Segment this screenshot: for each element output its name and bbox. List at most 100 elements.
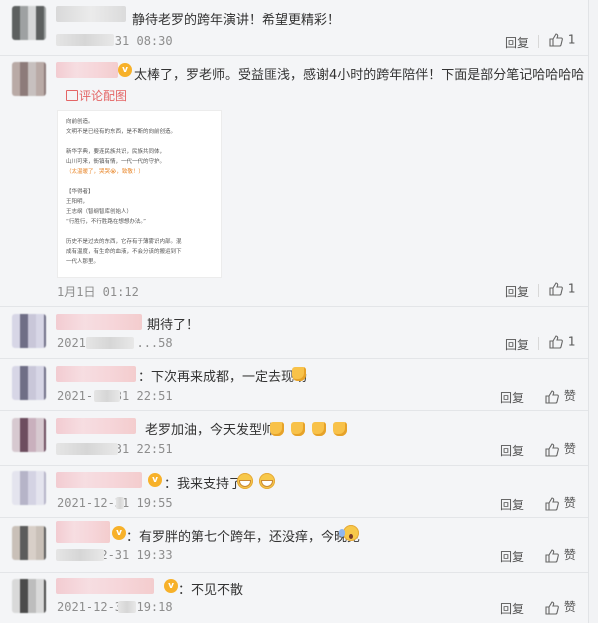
username[interactable] <box>56 472 142 488</box>
avatar[interactable] <box>12 526 46 560</box>
shocked-emoji-icon <box>339 525 359 541</box>
thumbs-up-icon <box>549 335 563 349</box>
comment-time: 2021-12-31 19:18 <box>57 600 173 614</box>
comment-item: 期待了！ 2021-12-31 ...58 回复 1 <box>0 306 588 359</box>
reply-button[interactable]: 回复 <box>505 283 529 300</box>
like-label: 赞 <box>563 548 576 562</box>
note-line: “行胜行，不行胜路在想想办法。” <box>66 219 146 225</box>
thumbs-up-emoji-icon <box>333 422 348 436</box>
username[interactable] <box>56 521 110 543</box>
grin-emoji-group <box>236 471 276 490</box>
comment-item: ：下次再来成都，一定去现场 2021-12-31 22:51 回复 赞 <box>0 358 588 411</box>
like-button[interactable]: 1 <box>548 334 575 350</box>
note-line: 历史不是过去的东西，它存有于薄雾识内部。混 <box>66 239 182 245</box>
like-button[interactable]: 赞 <box>544 598 576 616</box>
thumbs-up-emoji-icon <box>312 422 327 436</box>
thumbs-up-icon <box>545 389 559 404</box>
note-line: 王志纲（智纲智库创始人） <box>66 209 133 215</box>
thumbs-up-icon <box>549 282 563 296</box>
time-blur <box>56 34 114 46</box>
note-line: 新华字典，要连民族共识，民族共同体， <box>66 149 166 155</box>
time-blur <box>86 337 134 349</box>
username[interactable] <box>56 62 118 78</box>
comment-text: 太棒了，罗老师。受益匪浅，感谢4小时的跨年陪伴！下面是部分笔记哈哈哈哈 <box>134 68 585 83</box>
note-line: 【华得者】 <box>66 189 94 195</box>
like-button[interactable]: 1 <box>548 281 575 297</box>
time-blur <box>56 443 118 455</box>
image-icon <box>66 90 78 101</box>
avatar[interactable] <box>12 471 46 505</box>
comment-item: v ：我来支持了 2021-12-31 19:55 回复 赞 <box>0 465 588 518</box>
like-label: 赞 <box>563 600 576 614</box>
note-line: 文明不是已经有的东西，是不断的向前创造。 <box>66 129 177 135</box>
avatar[interactable] <box>12 366 46 400</box>
comment-time: 1月1日 01:12 <box>57 285 139 299</box>
divider <box>538 35 539 48</box>
vip-badge-icon: v <box>148 473 162 487</box>
username[interactable] <box>56 418 136 434</box>
like-button[interactable]: 赞 <box>544 440 576 458</box>
avatar[interactable] <box>12 6 46 40</box>
avatar[interactable] <box>12 314 46 348</box>
comment-text: ：有罗胖的第七个跨年，还没痒，今晚见 <box>126 530 361 545</box>
grin-emoji-icon <box>237 473 253 489</box>
divider <box>538 284 539 297</box>
comment-text: 静待老罗的跨年演讲！希望更精彩！ <box>132 13 341 28</box>
divider <box>538 337 539 350</box>
note-line: （太温暖了，哭哭😭，致敬！） <box>66 169 144 175</box>
like-button[interactable]: 赞 <box>544 546 576 564</box>
username[interactable] <box>56 314 142 330</box>
reply-button[interactable]: 回复 <box>500 600 524 617</box>
avatar[interactable] <box>12 418 46 452</box>
like-button[interactable]: 1 <box>548 32 575 48</box>
comment-image-thumbnail[interactable]: 向前创造。 文明不是已经有的东西，是不断的向前创造。 新华字典，要连民族共识，民… <box>57 110 222 278</box>
username[interactable] <box>56 578 154 594</box>
comment-text: ：不见不散 <box>178 583 244 598</box>
like-count: 1 <box>567 281 576 296</box>
comment-text: 老罗加油，今天发型帅 <box>145 423 276 438</box>
comment-item: v ：有罗胖的第七个跨年，还没痒，今晚见 2021-12-31 19:33 回复… <box>0 517 588 573</box>
vip-badge-icon: v <box>118 63 132 77</box>
reply-button[interactable]: 回复 <box>505 336 529 353</box>
username[interactable] <box>56 6 126 22</box>
avatar[interactable] <box>12 62 46 96</box>
thumbs-up-icon <box>549 33 563 47</box>
thumbs-up-icon <box>545 442 559 457</box>
avatar[interactable] <box>12 579 46 613</box>
vip-badge-icon: v <box>112 526 126 540</box>
note-line: 一代人那里。 <box>66 259 100 265</box>
time-blur <box>116 497 124 509</box>
reply-button[interactable]: 回复 <box>500 442 524 459</box>
thumbs-up-emoji-icon <box>292 367 306 381</box>
like-label: 赞 <box>563 496 576 510</box>
comment-list: 静待老罗的跨年演讲！希望更精彩！ 2021-12-31 08:30 回复 1 v… <box>0 0 589 623</box>
grin-emoji-icon <box>259 473 276 489</box>
comment-item: v 太棒了，罗老师。受益匪浅，感谢4小时的跨年陪伴！下面是部分笔记哈哈哈哈 评论… <box>0 55 588 307</box>
time-blur <box>94 390 120 402</box>
reply-button[interactable]: 回复 <box>505 34 529 51</box>
vip-badge-icon: v <box>164 579 178 593</box>
reply-button[interactable]: 回复 <box>500 548 524 565</box>
thumbs-up-icon <box>545 600 559 615</box>
reply-button[interactable]: 回复 <box>500 389 524 406</box>
like-button[interactable]: 赞 <box>544 494 576 512</box>
comment-item: 静待老罗的跨年演讲！希望更精彩！ 2021-12-31 08:30 回复 1 <box>0 0 588 56</box>
time-blur <box>118 601 136 613</box>
like-label: 赞 <box>563 442 576 456</box>
like-label: 赞 <box>563 389 576 403</box>
note-line: 向前创造。 <box>66 119 94 125</box>
like-button[interactable]: 赞 <box>544 387 576 405</box>
comment-item: v ：不见不散 2021-12-31 19:18 回复 赞 <box>0 572 588 623</box>
like-count: 1 <box>567 334 576 349</box>
note-line: 成有温度，有生命的血液，不会分该的搬运到下 <box>66 249 182 255</box>
thumbs-up-emoji-icon <box>270 422 284 436</box>
comment-image-link[interactable]: 评论配图 <box>79 87 127 104</box>
reply-button[interactable]: 回复 <box>500 496 524 513</box>
thumbs-up-icon <box>545 496 559 511</box>
username[interactable] <box>56 366 136 382</box>
thumbs-up-emoji-group <box>268 419 348 438</box>
like-count: 1 <box>567 32 576 47</box>
comment-text: ：下次再来成都，一定去现场 <box>138 370 308 385</box>
thumbs-up-emoji-icon <box>291 422 306 436</box>
note-line: 王阳明， <box>66 199 89 205</box>
